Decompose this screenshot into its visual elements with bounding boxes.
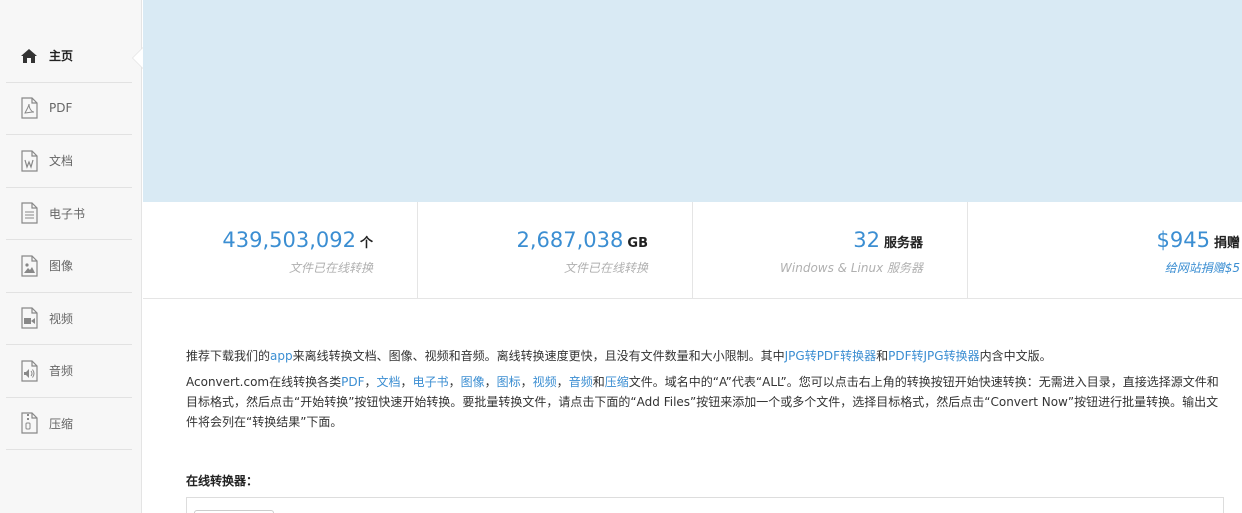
- sidebar-item-image[interactable]: 图像: [6, 240, 132, 293]
- stat-number: 2,687,038: [516, 228, 624, 252]
- separator: ，: [484, 375, 497, 389]
- stat-number: 32: [853, 228, 880, 252]
- separator: ，: [448, 375, 461, 389]
- archive-link[interactable]: 压缩: [605, 375, 629, 389]
- sidebar-item-video[interactable]: 视频: [6, 293, 132, 345]
- converters-title: 在线转换器：: [186, 474, 259, 488]
- app-link[interactable]: app: [270, 349, 293, 363]
- image-file-icon: [19, 255, 39, 277]
- stat-caption: 文件已在线转换: [563, 261, 648, 275]
- stat-number: 439,503,092: [222, 228, 356, 252]
- image-link[interactable]: 图像: [461, 375, 485, 389]
- audio-file-icon: [19, 360, 39, 382]
- stat-unit: 服务器: [883, 236, 923, 251]
- sidebar-item-label: 主页: [49, 49, 74, 64]
- text: 推荐下载我们的: [186, 349, 271, 363]
- stat-number: $945: [1156, 228, 1210, 252]
- active-indicator: [133, 48, 143, 68]
- text: Aconvert.com在线转换各类: [186, 375, 342, 389]
- sidebar-item-home[interactable]: 主页: [6, 30, 132, 83]
- sidebar-item-label: 视频: [49, 311, 74, 326]
- ebook-link[interactable]: 电子书: [413, 375, 449, 389]
- sidebar-item-label: 图像: [49, 259, 74, 274]
- donate-link[interactable]: 给网站捐赠$5: [1165, 259, 1240, 276]
- sidebar-item-label: PDF: [49, 101, 73, 116]
- text: 和: [592, 375, 605, 389]
- sidebar-item-audio[interactable]: 音频: [6, 345, 132, 398]
- separator: ，: [556, 375, 569, 389]
- pdf-link[interactable]: PDF: [341, 375, 364, 389]
- home-icon: [19, 45, 39, 67]
- text: 来离线转换文档、图像、视频和音频。离线转换速度更快，且没有文件数量和大小限制。其…: [292, 349, 785, 363]
- stats-bar: 439,503,092 个 文件已在线转换 2,687,038 GB 文件已在线转换…: [143, 202, 1242, 299]
- sidebar-item-ebook[interactable]: 电子书: [6, 188, 132, 240]
- stat-caption: 文件已在线转换: [288, 261, 373, 275]
- document-link[interactable]: 文档: [377, 375, 401, 389]
- banner-area: [143, 0, 1242, 202]
- sidebar-item-pdf[interactable]: PDF: [6, 83, 132, 135]
- stat-unit: 捐赠: [1213, 236, 1240, 251]
- separator: ，: [364, 375, 377, 389]
- sidebar-item-label: 文档: [49, 154, 74, 169]
- text: 和: [876, 349, 889, 363]
- archive-file-icon: [19, 412, 39, 434]
- stat-files-converted: 439,503,092 个 文件已在线转换: [143, 202, 418, 298]
- icon-link[interactable]: 图标: [497, 375, 521, 389]
- intro-paragraph-2: Aconvert.com在线转换各类PDF，文档，电子书，图像，图标，视频，音频…: [186, 372, 1226, 432]
- video-link[interactable]: 视频: [533, 375, 557, 389]
- converters-panel: [186, 497, 1224, 513]
- stat-unit: 个: [359, 236, 373, 251]
- sidebar-item-archive[interactable]: 压缩: [6, 398, 132, 450]
- intro-paragraph-1: 推荐下载我们的app来离线转换文档、图像、视频和音频。离线转换速度更快，且没有文…: [186, 346, 1226, 366]
- stat-data-converted: 2,687,038 GB 文件已在线转换: [418, 202, 693, 298]
- sidebar-item-document[interactable]: 文档: [6, 135, 132, 188]
- word-doc-icon: [19, 150, 39, 172]
- video-file-icon: [19, 307, 39, 329]
- pdf-file-icon: [19, 97, 39, 119]
- sidebar-item-label: 压缩: [49, 416, 74, 431]
- pdf-to-jpg-link[interactable]: PDF转JPG转换器: [888, 349, 979, 363]
- sidebar-item-label: 电子书: [49, 206, 86, 221]
- separator: ，: [520, 375, 533, 389]
- stat-donations: $945 捐赠 给网站捐赠$5: [968, 202, 1242, 298]
- stat-servers: 32 服务器 Windows & Linux 服务器: [693, 202, 968, 298]
- audio-link[interactable]: 音频: [569, 375, 593, 389]
- jpg-to-pdf-link[interactable]: JPG转PDF转换器: [785, 349, 876, 363]
- stat-unit: GB: [627, 236, 648, 251]
- separator: ，: [400, 375, 413, 389]
- stat-caption: Windows & Linux 服务器: [780, 261, 923, 275]
- ebook-icon: [19, 202, 39, 224]
- sidebar-item-label: 音频: [49, 364, 74, 379]
- sidebar-nav: 主页 PDF 文档 电子书 图像 视频 音频 压缩: [6, 30, 132, 450]
- text: 内含中文版。: [979, 349, 1052, 363]
- sidebar: 主页 PDF 文档 电子书 图像 视频 音频 压缩: [0, 0, 142, 513]
- intro-text: 推荐下载我们的app来离线转换文档、图像、视频和音频。离线转换速度更快，且没有文…: [186, 346, 1226, 432]
